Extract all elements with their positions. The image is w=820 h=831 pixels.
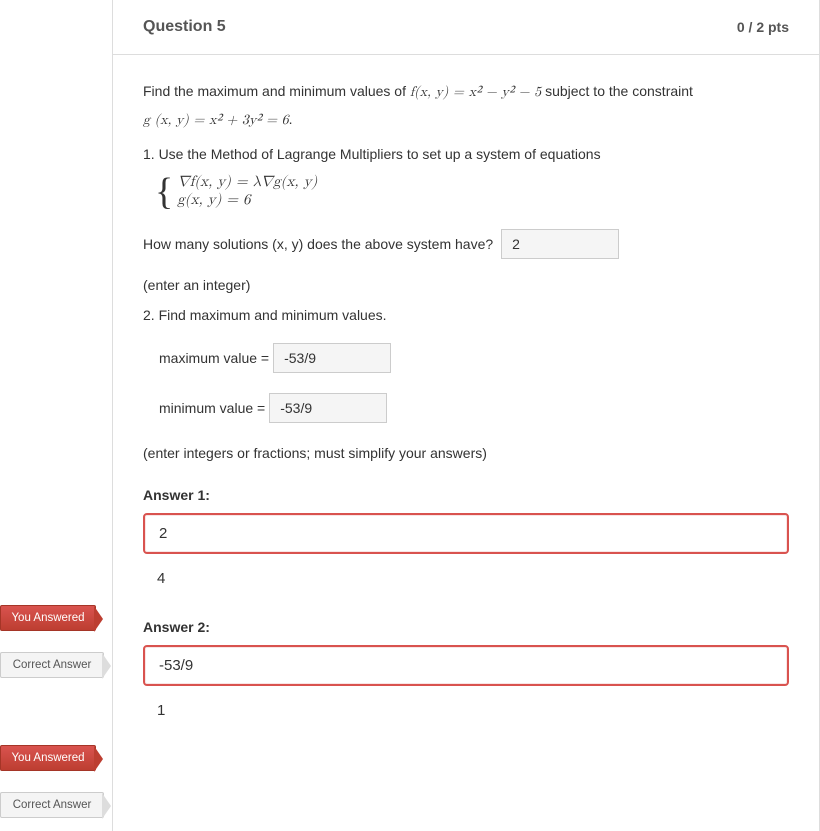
correct-answer-tag-2: Correct Answer: [0, 792, 104, 818]
question-panel: Question 5 0 / 2 pts Find the maximum an…: [112, 0, 820, 831]
prompt-period: .: [289, 111, 293, 127]
min-input[interactable]: -53/9: [269, 393, 387, 423]
question-body: Find the maximum and minimum values of f…: [113, 55, 819, 469]
solutions-ask-text: How many solutions (x, y) does the above…: [143, 236, 493, 252]
max-label: maximum value =: [159, 350, 269, 366]
answer-1-label: Answer 1:: [143, 487, 789, 503]
min-label: minimum value =: [159, 400, 265, 416]
prompt-intro-a: Find the maximum and minimum values of: [143, 83, 410, 99]
min-value-row: minimum value = -53/9: [159, 393, 789, 423]
question-title: Question 5: [143, 18, 226, 36]
step-2-text: 2. Find maximum and minimum values.: [143, 307, 789, 323]
correct-answer-tag-1: Correct Answer: [0, 652, 104, 678]
prompt-intro-b: subject to the constraint: [545, 83, 693, 99]
you-answered-tag-2: You Answered: [0, 745, 96, 771]
system-line-2: g(x, y) = 6: [177, 191, 317, 209]
answer-1-you-box: 2: [143, 513, 789, 554]
answers-section: Answer 1: 2 4 Answer 2: -53/9 1: [113, 487, 819, 743]
solutions-input[interactable]: 2: [501, 229, 619, 259]
step-1-text: 1. Use the Method of Lagrange Multiplier…: [143, 145, 789, 165]
g-expression: g (x, y) = x² + 3y² = 6: [143, 113, 289, 127]
answer-2-you-box: -53/9: [143, 645, 789, 686]
answer-2-correct: 1: [143, 696, 789, 733]
system-line-1: ∇f(x, y) = λ∇g(x, y): [177, 173, 317, 191]
question-header: Question 5 0 / 2 pts: [113, 0, 819, 55]
max-value-row: maximum value = -53/9: [159, 343, 789, 373]
integer-note: (enter an integer): [143, 277, 789, 293]
brace-icon: {: [155, 173, 173, 211]
f-expression: f(x, y) = x² − y² − 5: [410, 85, 541, 99]
answer-1-correct: 4: [143, 564, 789, 601]
max-input[interactable]: -53/9: [273, 343, 391, 373]
answer-2-label: Answer 2:: [143, 619, 789, 635]
question-points: 0 / 2 pts: [737, 19, 789, 35]
answer-tag-gutter: You Answered Correct Answer You Answered…: [0, 0, 112, 831]
equation-system: { ∇f(x, y) = λ∇g(x, y) g(x, y) = 6: [155, 173, 789, 211]
fraction-hint: (enter integers or fractions; must simpl…: [143, 445, 789, 461]
solutions-question: How many solutions (x, y) does the above…: [143, 229, 789, 259]
you-answered-tag-1: You Answered: [0, 605, 96, 631]
question-prompt: Find the maximum and minimum values of f…: [143, 81, 789, 131]
